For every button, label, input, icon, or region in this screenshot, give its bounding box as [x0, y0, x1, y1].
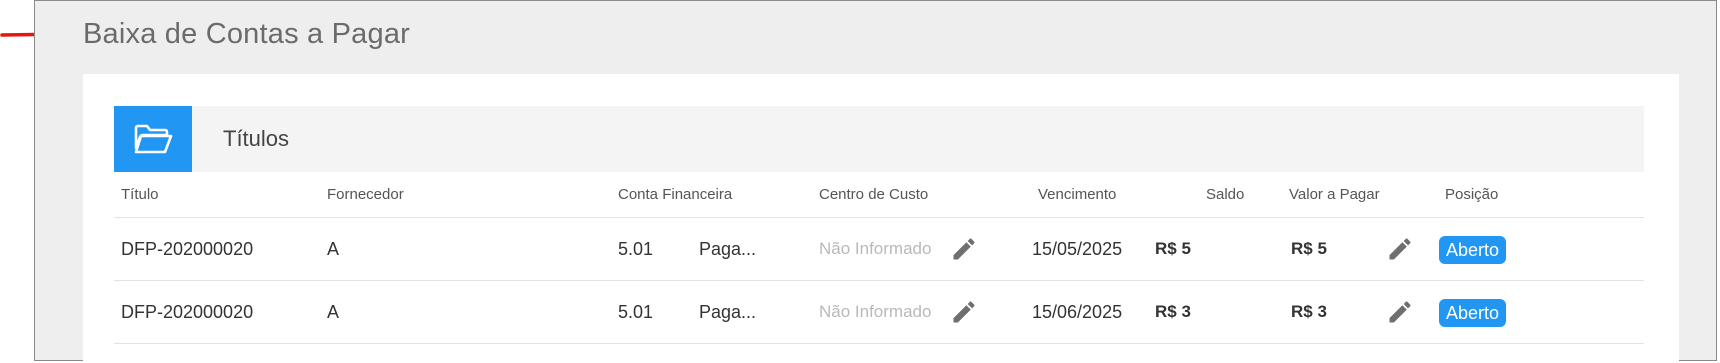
edit-valor-pencil-icon[interactable]: [1386, 298, 1414, 326]
edit-centro-custo-pencil-icon[interactable]: [950, 235, 978, 263]
cell-centro-custo: Não Informado: [819, 239, 932, 258]
cell-conta-codigo: 5.01: [618, 302, 654, 322]
titulos-card: Títulos Título Fornecedor Conta Financei…: [83, 74, 1679, 363]
cell-vencimento: 15/05/2025: [1032, 239, 1123, 259]
panel-header: Títulos: [114, 106, 1644, 172]
column-header-conta-financeira[interactable]: Conta Financeira: [618, 172, 732, 217]
cell-saldo: R$ 5: [1155, 239, 1191, 258]
column-header-posicao[interactable]: Posição: [1445, 172, 1498, 217]
cell-valor-a-pagar: R$ 3: [1291, 302, 1327, 321]
panel-title: Títulos: [223, 126, 290, 151]
cell-fornecedor: A: [327, 239, 340, 259]
column-header-titulo[interactable]: Título: [121, 172, 159, 217]
table-header: Título Fornecedor Conta Financeira Centr…: [114, 172, 1644, 218]
column-header-vencimento[interactable]: Vencimento: [1038, 172, 1116, 217]
cell-titulo: DFP-202000020: [121, 239, 254, 259]
cell-titulo: DFP-202000020: [121, 302, 254, 322]
cell-vencimento: 15/06/2025: [1032, 302, 1123, 322]
table-row[interactable]: DFP-202000020 A 5.01 Paga... Não Informa…: [114, 281, 1644, 344]
status-badge[interactable]: Aberto: [1439, 299, 1507, 327]
cell-saldo: R$ 3: [1155, 302, 1191, 321]
column-header-fornecedor[interactable]: Fornecedor: [327, 172, 404, 217]
panel-icon-box: [114, 106, 192, 172]
cell-conta-codigo: 5.01: [618, 239, 654, 259]
status-badge[interactable]: Aberto: [1439, 236, 1507, 264]
cell-fornecedor: A: [327, 302, 340, 322]
column-header-saldo[interactable]: Saldo: [1206, 172, 1244, 217]
column-header-valor-a-pagar[interactable]: Valor a Pagar: [1289, 172, 1380, 217]
cell-centro-custo: Não Informado: [819, 302, 932, 321]
column-header-centro-de-custo[interactable]: Centro de Custo: [819, 172, 928, 217]
folder-open-icon: [134, 124, 173, 154]
page-title: Baixa de Contas a Pagar: [83, 18, 411, 50]
edit-centro-custo-pencil-icon[interactable]: [950, 298, 978, 326]
cell-conta-nome: Paga...: [699, 302, 757, 322]
cell-valor-a-pagar: R$ 5: [1291, 239, 1327, 258]
cell-conta-nome: Paga...: [699, 239, 757, 259]
edit-valor-pencil-icon[interactable]: [1386, 235, 1414, 263]
table-row[interactable]: DFP-202000020 A 5.01 Paga... Não Informa…: [114, 218, 1644, 281]
